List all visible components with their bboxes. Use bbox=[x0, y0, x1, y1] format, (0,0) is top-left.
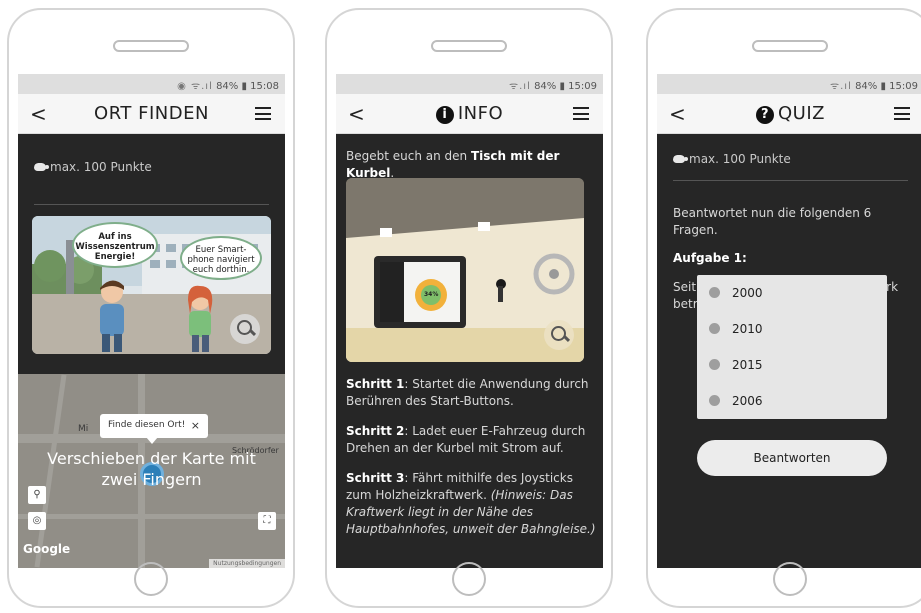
step-label: Schritt 1 bbox=[346, 377, 405, 391]
google-logo: Google bbox=[23, 542, 71, 556]
station-photo[interactable]: 34% bbox=[346, 178, 584, 362]
option-2015[interactable]: 2015 bbox=[697, 347, 887, 383]
option-label: 2000 bbox=[732, 286, 763, 300]
phone-quiz: ᯤ.ıl 84% ▮ 15:09 < ? QUIZ max. 100 Punkte… bbox=[646, 8, 921, 608]
instruction: Beantwortet nun die folgenden 6 Fragen. bbox=[673, 206, 872, 237]
menu-icon[interactable] bbox=[894, 107, 910, 120]
signal-icons: ᯤ.ıl bbox=[509, 81, 531, 92]
option-2006[interactable]: 2006 bbox=[697, 383, 887, 419]
battery-level: 84% ▮ bbox=[534, 81, 565, 92]
popup-text: Finde diesen Ort! bbox=[108, 420, 186, 430]
app-bar: < ? QUIZ bbox=[657, 94, 921, 134]
pin-icon[interactable]: ⚲ bbox=[28, 486, 46, 504]
battery-level: 84% ▮ bbox=[216, 81, 247, 92]
question-icon: ? bbox=[756, 106, 774, 124]
points-info: max. 100 Punkte bbox=[18, 134, 285, 174]
bubble-line: Euer Smart- bbox=[195, 245, 247, 255]
clock: 15:08 bbox=[250, 81, 279, 92]
home-button bbox=[134, 562, 168, 596]
speech-bubble-left: Auf ins Wissenszentrum Energie! bbox=[72, 222, 158, 268]
status-bar: ᯤ.ıl 84% ▮ 15:09 bbox=[657, 74, 921, 94]
app-bar: < i INFO bbox=[336, 94, 603, 134]
radio-icon[interactable] bbox=[709, 323, 720, 334]
terms-link[interactable]: Nutzungsbedingungen bbox=[209, 559, 285, 568]
map-info-popup: Finde diesen Ort! × bbox=[100, 414, 208, 438]
step-2: Schritt 2: Ladet euer E-Fahrzeug durch D… bbox=[346, 423, 596, 457]
home-button bbox=[773, 562, 807, 596]
page-title: ? QUIZ bbox=[657, 103, 921, 124]
option-2010[interactable]: 2010 bbox=[697, 311, 887, 347]
map-view[interactable]: Mi Schrödorfer Finde diesen Ort! × Versc… bbox=[18, 374, 285, 568]
popup-pointer bbox=[146, 437, 158, 444]
screen: ᯤ.ıl 84% ▮ 15:09 < i INFO Begebt euch an … bbox=[336, 74, 603, 568]
piggy-bank-icon bbox=[34, 163, 49, 171]
points-info: max. 100 Punkte bbox=[657, 134, 921, 166]
hero-image[interactable]: Auf ins Wissenszentrum Energie! Euer Sma… bbox=[32, 216, 271, 354]
bubble-line: Energie! bbox=[94, 252, 136, 262]
points-label: max. 100 Punkte bbox=[689, 152, 791, 166]
steps-list: Schritt 1: Startet die Anwendung durch B… bbox=[346, 376, 596, 538]
option-label: 2006 bbox=[732, 394, 763, 408]
option-label: 2010 bbox=[732, 322, 763, 336]
bubble-line: Auf ins bbox=[98, 232, 132, 242]
phone-speaker bbox=[431, 40, 507, 52]
radio-icon[interactable] bbox=[709, 287, 720, 298]
piggy-bank-icon bbox=[673, 155, 688, 163]
bubble-line: phone navigiert bbox=[187, 255, 255, 265]
page-title: i INFO bbox=[336, 103, 603, 124]
title-text: QUIZ bbox=[778, 103, 825, 124]
battery-level: 84% ▮ bbox=[855, 81, 886, 92]
step-1: Schritt 1: Startet die Anwendung durch B… bbox=[346, 376, 596, 410]
screen: ◉ ᯤ.ıl 84% ▮ 15:08 < ORT FINDEN max. 100… bbox=[18, 74, 285, 568]
screen: ᯤ.ıl 84% ▮ 15:09 < ? QUIZ max. 100 Punkte… bbox=[657, 74, 921, 568]
signal-icons: ᯤ.ıl bbox=[830, 81, 852, 92]
phone-ort-finden: ◉ ᯤ.ıl 84% ▮ 15:08 < ORT FINDEN max. 100… bbox=[7, 8, 295, 608]
close-icon[interactable]: × bbox=[191, 419, 200, 432]
bubble-line: euch dorthin. bbox=[192, 265, 250, 275]
screen-percentage: 34% bbox=[424, 291, 439, 298]
fullscreen-icon[interactable]: ⛶ bbox=[258, 512, 276, 530]
radio-icon[interactable] bbox=[709, 359, 720, 370]
answer-options: 2000 2010 2015 2006 bbox=[697, 275, 887, 419]
page-title: ORT FINDEN bbox=[94, 103, 209, 124]
step-3: Schritt 3: Fährt mithilfe des Joysticks … bbox=[346, 470, 596, 538]
home-button bbox=[452, 562, 486, 596]
gesture-hint: Verschieben der Karte mit zwei Fingern bbox=[47, 449, 256, 489]
phone-speaker bbox=[113, 40, 189, 52]
divider bbox=[34, 204, 269, 205]
speech-bubble-right: Euer Smart- phone navigiert euch dorthin… bbox=[180, 236, 262, 280]
locate-icon[interactable]: ◎ bbox=[28, 512, 46, 530]
title-text: INFO bbox=[457, 103, 504, 124]
clock: 15:09 bbox=[889, 81, 918, 92]
clock: 15:09 bbox=[568, 81, 597, 92]
menu-icon[interactable] bbox=[255, 107, 271, 120]
menu-icon[interactable] bbox=[573, 107, 589, 120]
intro-prefix: Begebt euch an den bbox=[346, 149, 471, 163]
intro-text: Begebt euch an den Tisch mit der Kurbel. bbox=[336, 134, 603, 182]
zoom-icon[interactable] bbox=[544, 320, 574, 350]
status-bar: ᯤ.ıl 84% ▮ 15:09 bbox=[336, 74, 603, 94]
signal-icons: ◉ ᯤ.ıl bbox=[177, 81, 213, 92]
phone-speaker bbox=[752, 40, 828, 52]
step-label: Schritt 3 bbox=[346, 471, 405, 485]
task-label: Aufgabe 1: bbox=[673, 251, 747, 265]
zoom-icon[interactable] bbox=[230, 314, 260, 344]
info-icon: i bbox=[435, 106, 454, 124]
status-bar: ◉ ᯤ.ıl 84% ▮ 15:08 bbox=[18, 74, 285, 94]
option-label: 2015 bbox=[732, 358, 763, 372]
radio-icon[interactable] bbox=[709, 395, 720, 406]
points-label: max. 100 Punkte bbox=[50, 160, 152, 174]
step-label: Schritt 2 bbox=[346, 424, 405, 438]
option-2000[interactable]: 2000 bbox=[697, 275, 887, 311]
phone-info: ᯤ.ıl 84% ▮ 15:09 < i INFO Begebt euch an … bbox=[325, 8, 613, 608]
bubble-line: Wissenszentrum bbox=[75, 242, 155, 252]
app-bar: < ORT FINDEN bbox=[18, 94, 285, 134]
submit-answer-button[interactable]: Beantworten bbox=[697, 440, 887, 476]
